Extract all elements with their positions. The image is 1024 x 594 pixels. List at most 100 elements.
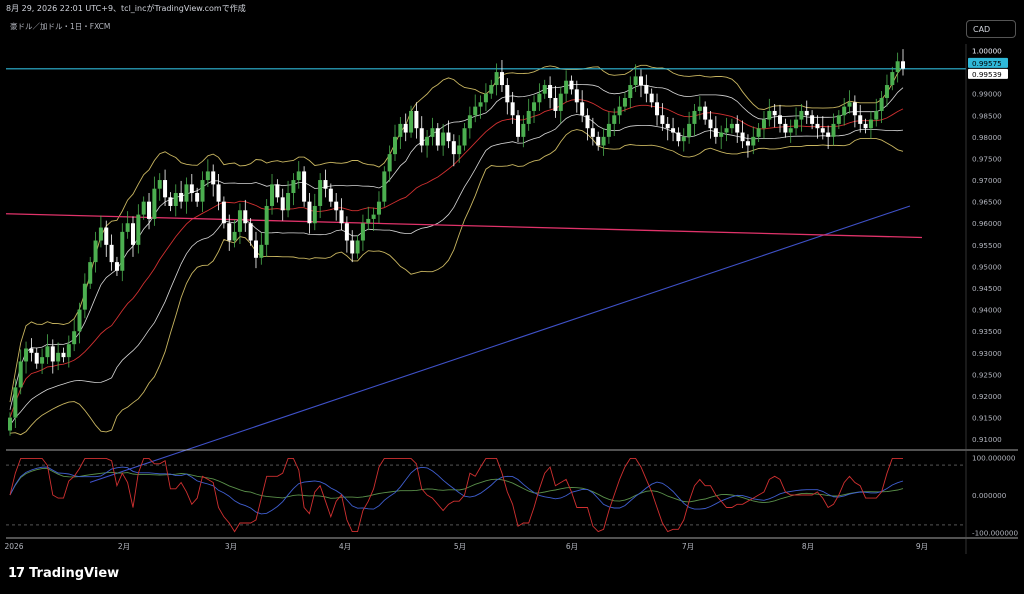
candle-body <box>671 128 676 133</box>
candle-body <box>719 132 724 137</box>
candle-body <box>189 184 194 194</box>
candle-body <box>847 102 852 107</box>
osc-blue-line <box>9 466 904 515</box>
candle-body <box>179 193 184 202</box>
candle-body <box>34 352 39 364</box>
candle-body <box>109 244 114 263</box>
candle-body <box>419 128 424 146</box>
candle-body <box>638 76 643 86</box>
candle-body <box>542 85 547 94</box>
candle-body <box>483 93 488 103</box>
candle-body <box>687 123 692 137</box>
candle-body <box>312 205 317 224</box>
candle-body <box>334 201 339 211</box>
candle-body <box>489 85 494 94</box>
candle-body <box>767 110 772 120</box>
price-top-label: 1.00000 <box>972 46 1002 55</box>
candle-body <box>606 123 611 137</box>
candle-body <box>243 210 248 224</box>
candle-body <box>596 136 601 146</box>
candle-body <box>286 193 291 211</box>
candle-body <box>585 115 590 129</box>
candle-body <box>93 240 98 263</box>
candle-body <box>24 348 29 362</box>
candle-body <box>382 171 387 202</box>
candle-body <box>655 102 660 116</box>
osc-tick-label: 100.000000 <box>972 454 1016 463</box>
candle-body <box>778 115 783 124</box>
candle-body <box>275 184 280 198</box>
candle-body <box>318 180 323 206</box>
candle-body <box>163 180 168 198</box>
candle-body <box>799 110 804 120</box>
candle-body <box>291 180 296 194</box>
candle-body <box>157 180 162 189</box>
candle-body <box>708 119 713 129</box>
candle-body <box>409 110 414 133</box>
candle-body <box>387 154 392 172</box>
price-tick-label: 0.96000 <box>972 219 1002 228</box>
candle-body <box>836 115 841 124</box>
candle-body <box>761 119 766 129</box>
candle-body <box>152 188 157 219</box>
oscillator-pane[interactable] <box>6 457 966 533</box>
candle-body <box>264 205 269 245</box>
candle-body <box>350 240 355 254</box>
price-tick-label: 0.94000 <box>972 306 1002 315</box>
tradingview-logo: 17 TradingView <box>8 566 119 581</box>
candle-body <box>548 85 553 98</box>
tradingview-wordmark: TradingView <box>29 566 120 581</box>
candle-body <box>740 132 745 142</box>
candle-body <box>590 128 595 137</box>
candle-body <box>355 240 360 254</box>
candle-body <box>852 102 857 116</box>
candle-body <box>526 110 531 124</box>
osc-green-line <box>9 468 904 504</box>
candle-body <box>451 141 456 155</box>
candle-body <box>676 132 681 142</box>
candle-body <box>280 197 285 211</box>
candle-body <box>40 357 45 364</box>
candle-body <box>874 110 879 120</box>
candle-body <box>232 231 237 241</box>
time-tick-label: 3月 <box>225 542 237 551</box>
candle-body <box>136 214 141 245</box>
candle-body <box>435 128 440 146</box>
candle-body <box>617 106 622 116</box>
osc-tick-label: -100.000000 <box>972 528 1018 537</box>
candle-body <box>195 193 200 202</box>
candle-body <box>376 201 381 215</box>
candle-body <box>826 132 831 137</box>
candle-body <box>425 136 430 146</box>
candle-body <box>360 223 365 241</box>
time-tick-label: 4月 <box>339 542 351 551</box>
candle-body <box>147 201 152 219</box>
candle-body <box>633 76 638 86</box>
candle-body <box>580 102 585 116</box>
candle-body <box>724 128 729 133</box>
candle-body <box>72 331 77 345</box>
candle-body <box>56 352 61 362</box>
price-tick-label: 0.97000 <box>972 176 1002 185</box>
price-tick-label: 0.91000 <box>972 435 1002 444</box>
candle-body <box>644 85 649 94</box>
time-tick-label: 6月 <box>566 542 578 551</box>
candle-body <box>457 145 462 155</box>
price-pane[interactable] <box>5 49 966 483</box>
osc-tick-label: 0.000000 <box>972 491 1007 500</box>
candle-body <box>858 115 863 124</box>
price-tick-label: 0.99000 <box>972 90 1002 99</box>
candle-body <box>703 106 708 120</box>
candle-body <box>216 184 221 202</box>
price-tick-label: 0.95500 <box>972 241 1002 250</box>
candle-body <box>467 115 472 129</box>
candle-body <box>114 262 119 271</box>
chart-canvas[interactable]: 1.00000 0.99000 0.98500 0.98000 0.97500 0.970… <box>0 0 1024 594</box>
candle-body <box>879 97 884 111</box>
time-tick-label: 2月 <box>118 542 130 551</box>
candle-body <box>393 136 398 155</box>
candle-body <box>745 141 750 146</box>
candle-body <box>77 309 82 332</box>
time-tick-label: 9月 <box>916 542 928 551</box>
time-tick-label: 5月 <box>454 542 466 551</box>
